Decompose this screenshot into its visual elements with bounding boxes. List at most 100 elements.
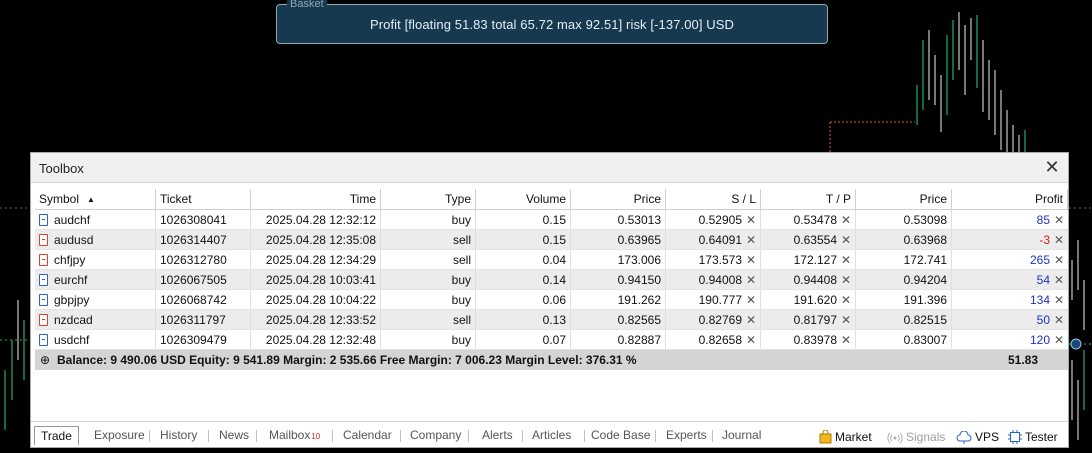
table-row[interactable]: audchf 1026308041 2025.04.28 12:32:12 buy 0.… — [35, 210, 1068, 230]
close-position-icon[interactable]: ✕ — [1054, 230, 1064, 249]
close-position-icon[interactable]: ✕ — [1054, 270, 1064, 289]
time-cell: 2025.04.28 12:35:08 — [251, 230, 381, 249]
remove-stop-loss-icon[interactable]: ✕ — [746, 310, 756, 329]
close-position-icon[interactable]: ✕ — [1054, 290, 1064, 309]
open-price-cell: 0.94150 — [571, 270, 666, 289]
current-price-cell: 0.53098 — [856, 210, 952, 229]
table-row[interactable]: usdchf 1026309479 2025.04.28 12:32:48 buy 0.… — [35, 330, 1068, 350]
open-price-cell: 0.82565 — [571, 310, 666, 329]
tab-code-base[interactable]: Code Base — [585, 426, 656, 446]
remove-stop-loss-icon[interactable]: ✕ — [746, 250, 756, 269]
close-position-icon[interactable]: ✕ — [1054, 330, 1064, 349]
column-header-ticket[interactable]: Ticket — [156, 189, 251, 209]
table-row[interactable]: nzdcad 1026311797 2025.04.28 12:33:52 sell 0… — [35, 310, 1068, 330]
remove-take-profit-icon[interactable]: ✕ — [841, 210, 851, 229]
time-cell: 2025.04.28 12:32:48 — [251, 330, 381, 349]
remove-take-profit-icon[interactable]: ✕ — [841, 250, 851, 269]
column-header-symbol[interactable]: Symbol ▲ — [35, 189, 156, 209]
basket-panel: Basket Profit [floating 51.83 total 65.7… — [276, 0, 828, 44]
column-header-profit[interactable]: Profit — [952, 189, 1068, 209]
remove-take-profit-icon[interactable]: ✕ — [841, 270, 851, 289]
table-header: Symbol ▲ Ticket Time Type Volume Price S … — [35, 189, 1068, 210]
column-header-sl[interactable]: S / L — [666, 189, 761, 209]
profit-cell: 120 ✕ — [952, 330, 1068, 349]
open-price-cell: 0.63965 — [571, 230, 666, 249]
volume-cell: 0.14 — [476, 270, 571, 289]
close-position-icon[interactable]: ✕ — [1054, 310, 1064, 329]
buy-position-icon — [39, 294, 48, 306]
signal-waves-icon — [887, 432, 903, 444]
time-cell: 2025.04.28 12:34:29 — [251, 250, 381, 269]
tab-mailbox[interactable]: Mailbox10 — [263, 426, 326, 446]
balance-summary-row: ⊕ Balance: 9 490.06 USD Equity: 9 541.89… — [35, 350, 1068, 370]
remove-stop-loss-icon[interactable]: ✕ — [746, 230, 756, 249]
column-header-tp[interactable]: T / P — [761, 189, 856, 209]
toolbox-title: Toolbox — [39, 161, 84, 176]
volume-cell: 0.06 — [476, 290, 571, 309]
tab-experts[interactable]: Experts — [660, 426, 713, 446]
remove-stop-loss-icon[interactable]: ✕ — [746, 290, 756, 309]
take-profit-cell: 0.83978 ✕ — [761, 330, 856, 349]
volume-cell: 0.04 — [476, 250, 571, 269]
remove-take-profit-icon[interactable]: ✕ — [841, 290, 851, 309]
volume-cell: 0.13 — [476, 310, 571, 329]
tab-alerts[interactable]: Alerts — [476, 426, 519, 446]
expand-plus-icon[interactable]: ⊕ — [35, 350, 51, 370]
tab-market[interactable]: Market — [819, 428, 872, 446]
column-header-volume[interactable]: Volume — [476, 189, 571, 209]
tab-articles[interactable]: Articles — [526, 426, 577, 446]
remove-stop-loss-icon[interactable]: ✕ — [746, 330, 756, 349]
tab-separator — [332, 430, 333, 442]
ticket-cell: 1026067505 — [156, 270, 251, 289]
floating-profit-total: 51.83 — [1007, 353, 1038, 367]
remove-stop-loss-icon[interactable]: ✕ — [746, 210, 756, 229]
table-row[interactable]: chfjpy 1026312780 2025.04.28 12:34:29 sell 0… — [35, 250, 1068, 270]
table-row[interactable]: audusd 1026314407 2025.04.28 12:35:08 sell 0… — [35, 230, 1068, 250]
tab-separator — [400, 430, 401, 442]
column-header-time[interactable]: Time — [251, 189, 381, 209]
mailbox-count-badge: 10 — [311, 432, 321, 441]
sell-position-icon — [39, 254, 48, 266]
tab-signals[interactable]: Signals — [887, 428, 945, 446]
close-position-icon[interactable]: ✕ — [1054, 210, 1064, 229]
stop-loss-cell: 0.82658 ✕ — [666, 330, 761, 349]
tab-exposure[interactable]: Exposure — [88, 426, 151, 446]
remove-take-profit-icon[interactable]: ✕ — [841, 330, 851, 349]
take-profit-cell: 191.620 ✕ — [761, 290, 856, 309]
toolbox-window: Toolbox ✕ Symbol ▲ Ticket Time Type Volum… — [30, 152, 1069, 448]
stop-loss-cell: 0.52905 ✕ — [666, 210, 761, 229]
cloud-icon — [956, 430, 972, 444]
volume-cell: 0.15 — [476, 210, 571, 229]
table-row[interactable]: gbpjpy 1026068742 2025.04.28 10:04:22 buy 0.… — [35, 290, 1068, 310]
tab-calendar[interactable]: Calendar — [337, 426, 398, 446]
tab-separator — [208, 430, 209, 442]
tab-vps[interactable]: VPS — [956, 428, 999, 446]
tab-history[interactable]: History — [154, 426, 203, 446]
stop-loss-cell: 0.94008 ✕ — [666, 270, 761, 289]
symbol-cell: usdchf — [35, 330, 156, 349]
take-profit-cell: 0.63554 ✕ — [761, 230, 856, 249]
column-header-type[interactable]: Type — [381, 189, 476, 209]
remove-stop-loss-icon[interactable]: ✕ — [746, 270, 756, 289]
open-price-cell: 0.53013 — [571, 210, 666, 229]
remove-take-profit-icon[interactable]: ✕ — [841, 230, 851, 249]
tab-news[interactable]: News — [213, 426, 255, 446]
sort-ascending-icon: ▲ — [87, 195, 95, 204]
remove-take-profit-icon[interactable]: ✕ — [841, 310, 851, 329]
tab-company[interactable]: Company — [404, 426, 467, 446]
tab-trade[interactable]: Trade — [34, 426, 79, 446]
basket-legend: Basket — [287, 0, 327, 10]
stop-loss-cell: 173.573 ✕ — [666, 250, 761, 269]
take-profit-cell: 0.53478 ✕ — [761, 210, 856, 229]
toolbox-tab-bar: Trade Exposure History News Mailbox10 Ca… — [31, 421, 1068, 447]
column-header-price[interactable]: Price — [571, 189, 666, 209]
symbol-cell: eurchf — [35, 270, 156, 289]
close-position-icon[interactable]: ✕ — [1054, 250, 1064, 269]
tab-journal[interactable]: Journal — [716, 426, 767, 446]
tab-tester[interactable]: Tester — [1008, 428, 1058, 446]
close-icon[interactable]: ✕ — [1042, 157, 1062, 177]
sell-position-icon — [39, 314, 48, 326]
column-header-current-price[interactable]: Price — [856, 189, 952, 209]
table-row[interactable]: eurchf 1026067505 2025.04.28 10:03:41 buy 0.… — [35, 270, 1068, 290]
type-cell: sell — [381, 230, 476, 249]
